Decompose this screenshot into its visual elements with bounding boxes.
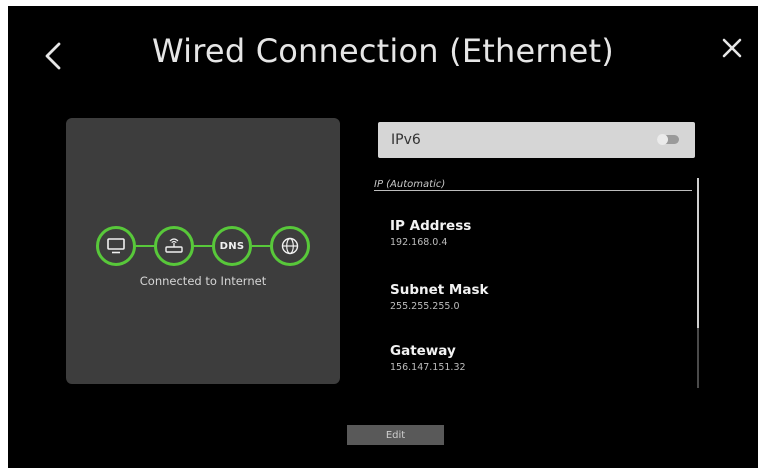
ipv6-toggle-switch[interactable] [657, 134, 679, 145]
field-value: 255.255.255.0 [390, 301, 460, 312]
router-node [154, 226, 194, 266]
section-label: IP (Automatic) [374, 179, 446, 190]
tv-node [96, 226, 136, 266]
field-label: Subnet Mask [390, 282, 489, 298]
ipv6-label: IPv6 [391, 132, 421, 148]
dns-icon: DNS [219, 240, 245, 252]
edit-button[interactable]: Edit [347, 425, 444, 445]
connection-status-text: Connected to Internet [139, 274, 267, 288]
field-label: IP Address [390, 218, 472, 234]
field-value: 192.168.0.4 [390, 237, 448, 248]
globe-icon [281, 237, 299, 255]
tv-icon [107, 238, 125, 254]
close-button[interactable] [716, 32, 748, 64]
router-icon [165, 238, 183, 253]
scrollbar[interactable] [697, 178, 699, 388]
connection-link [194, 245, 212, 247]
connection-link [252, 245, 270, 247]
field-label: Gateway [390, 343, 456, 359]
section-divider [374, 190, 692, 191]
subnet-mask-field[interactable]: Subnet Mask 255.255.255.0 [390, 282, 488, 312]
dns-node: DNS [212, 226, 252, 266]
scrollbar-thumb[interactable] [697, 178, 699, 328]
internet-node [270, 226, 310, 266]
connection-status-panel: DNS Connected to Internet [66, 118, 340, 384]
page-title: Wired Connection (Ethernet) [152, 32, 614, 70]
ip-address-field[interactable]: IP Address 192.168.0.4 [390, 218, 471, 248]
field-value: 156.147.151.32 [390, 362, 466, 373]
close-icon [722, 38, 742, 58]
gateway-field[interactable]: Gateway 156.147.151.32 [390, 343, 466, 373]
connection-chain: DNS [96, 226, 310, 266]
toggle-knob [657, 134, 668, 145]
settings-screen: Wired Connection (Ethernet) DNS Connecte… [8, 6, 758, 468]
ipv6-toggle-row[interactable]: IPv6 [378, 122, 695, 158]
connection-link [136, 245, 154, 247]
